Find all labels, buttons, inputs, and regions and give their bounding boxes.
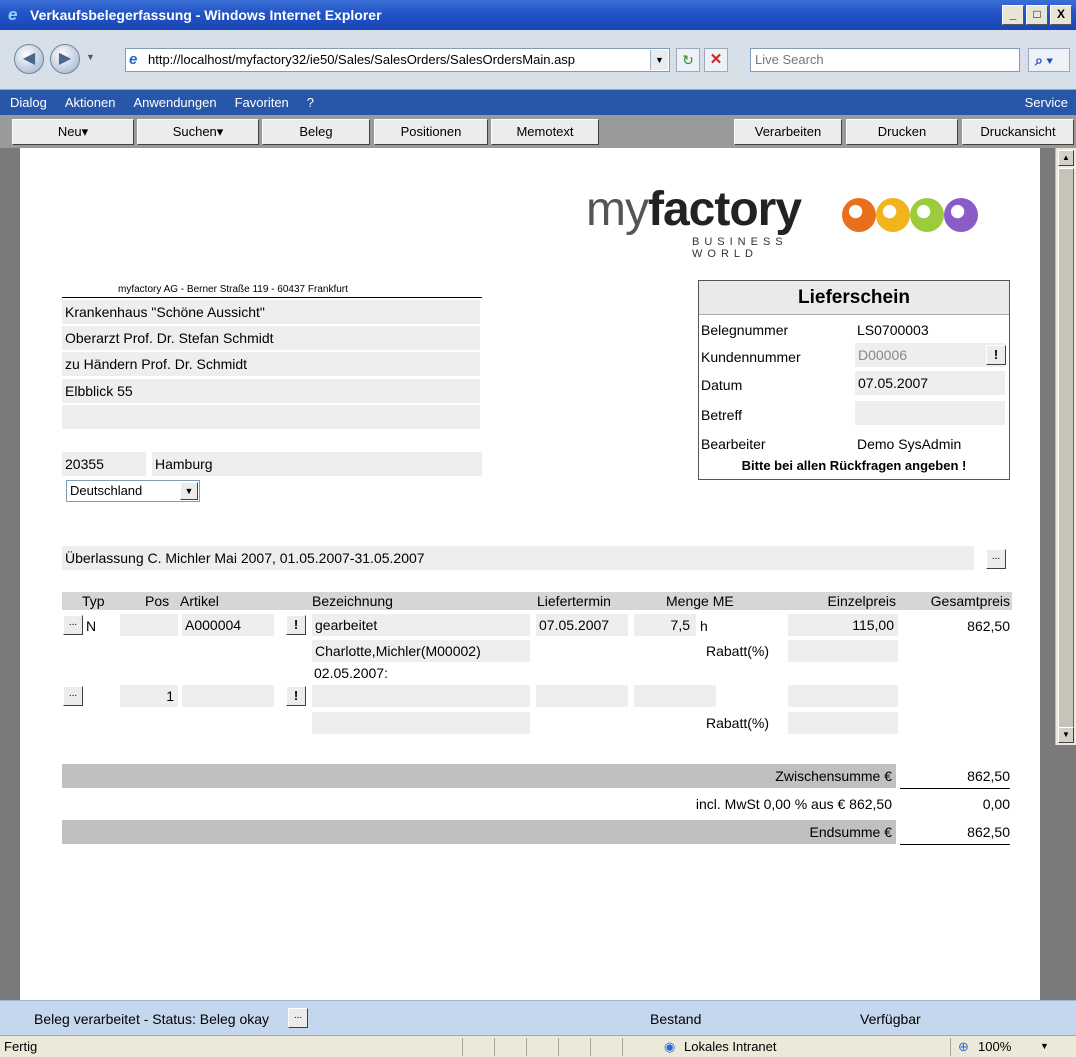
menu-favoriten[interactable]: Favoriten [235, 95, 289, 110]
security-zone-label: Lokales Intranet [684, 1039, 777, 1054]
suchen-button[interactable]: Suchen▾ [137, 119, 259, 145]
stop-icon[interactable]: ✕ [704, 48, 728, 72]
endsumme-underline [900, 844, 1010, 845]
zwischensumme-value: 862,50 [967, 768, 1010, 784]
vertical-scrollbar[interactable]: ▲ ▼ [1055, 148, 1076, 745]
ie-logo-icon: e [8, 5, 18, 24]
verfuegbar-label: Verfügbar [860, 1011, 921, 1027]
menu-help[interactable]: ? [307, 95, 314, 110]
search-input[interactable]: Live Search [750, 48, 1020, 72]
druckansicht-button[interactable]: Druckansicht [962, 119, 1074, 145]
scroll-down-icon[interactable]: ▼ [1058, 727, 1074, 743]
page-icon: e [129, 51, 138, 68]
endsumme-label: Endsumme € [809, 824, 892, 840]
zoom-level[interactable]: 100% [978, 1036, 1011, 1057]
close-button[interactable]: X [1050, 5, 1072, 25]
menu-aktionen[interactable]: Aktionen [65, 95, 116, 110]
app-toolbar: Neu▾ Suchen▾ Beleg Positionen Memotext V… [0, 115, 1076, 148]
address-text: http://localhost/myfactory32/ie50/Sales/… [148, 52, 576, 67]
address-input[interactable]: e http://localhost/myfactory32/ie50/Sale… [125, 48, 670, 72]
address-dropdown-icon[interactable]: ▼ [650, 50, 668, 70]
browser-status-bar: Fertig ◉ Lokales Intranet ⊕ 100% ▼ [0, 1035, 1076, 1057]
beleg-button[interactable]: Beleg [262, 119, 370, 145]
window-title: Verkaufsbelegerfassung - Windows Interne… [30, 7, 382, 23]
status-more-button[interactable]: ... [288, 1008, 308, 1028]
zwischensumme-underline [900, 788, 1010, 789]
browser-status-text: Fertig [4, 1039, 38, 1054]
intranet-zone-icon: ◉ [664, 1039, 676, 1054]
zwischensumme-label: Zwischensumme € [775, 768, 892, 784]
menu-anwendungen[interactable]: Anwendungen [133, 95, 216, 110]
app-menubar: Dialog Aktionen Anwendungen Favoriten ? … [0, 90, 1076, 115]
browser-toolbar: ◀ ▶ ▼ e http://localhost/myfactory32/ie5… [0, 30, 1076, 90]
refresh-icon[interactable]: ↻ [676, 48, 700, 72]
window-titlebar: e Verkaufsbelegerfassung - Windows Inter… [0, 0, 1076, 30]
status-text: Beleg verarbeitet - Status: Beleg okay [34, 1011, 270, 1027]
mwst-value: 0,00 [982, 796, 1010, 812]
mwst-label: incl. MwSt 0,00 % aus € 862,50 [695, 796, 892, 812]
bestand-label: Bestand [650, 1011, 702, 1027]
menu-dialog[interactable]: Dialog [10, 95, 47, 110]
memotext-button[interactable]: Memotext [491, 119, 599, 145]
app-status-bar: Beleg verarbeitet - Status: Beleg okay .… [0, 1000, 1076, 1035]
back-arrow-icon[interactable]: ◀ [14, 44, 44, 74]
maximize-button[interactable]: □ [1026, 5, 1048, 25]
menu-service[interactable]: Service [1025, 95, 1068, 110]
scroll-up-icon[interactable]: ▲ [1058, 150, 1074, 166]
layout-anchor [20, 0, 1040, 1]
verarbeiten-button[interactable]: Verarbeiten [734, 119, 842, 145]
neu-button[interactable]: Neu▾ [12, 119, 134, 145]
search-icon[interactable]: ⌕ ▾ [1028, 48, 1070, 72]
history-dropdown-icon[interactable]: ▼ [86, 52, 95, 62]
minimize-button[interactable]: _ [1002, 5, 1024, 25]
scroll-thumb[interactable] [1058, 168, 1074, 728]
totals-and-terms: Zwischensumme € 862,50 incl. MwSt 0,00 %… [20, 148, 1040, 845]
drucken-button[interactable]: Drucken [846, 119, 958, 145]
forward-arrow-icon[interactable]: ▶ [50, 44, 80, 74]
positionen-button[interactable]: Positionen [374, 119, 488, 145]
zoom-dropdown-icon[interactable]: ▼ [1040, 1036, 1049, 1057]
endsumme-value: 862,50 [967, 824, 1010, 840]
zoom-icon[interactable]: ⊕ [958, 1036, 969, 1057]
